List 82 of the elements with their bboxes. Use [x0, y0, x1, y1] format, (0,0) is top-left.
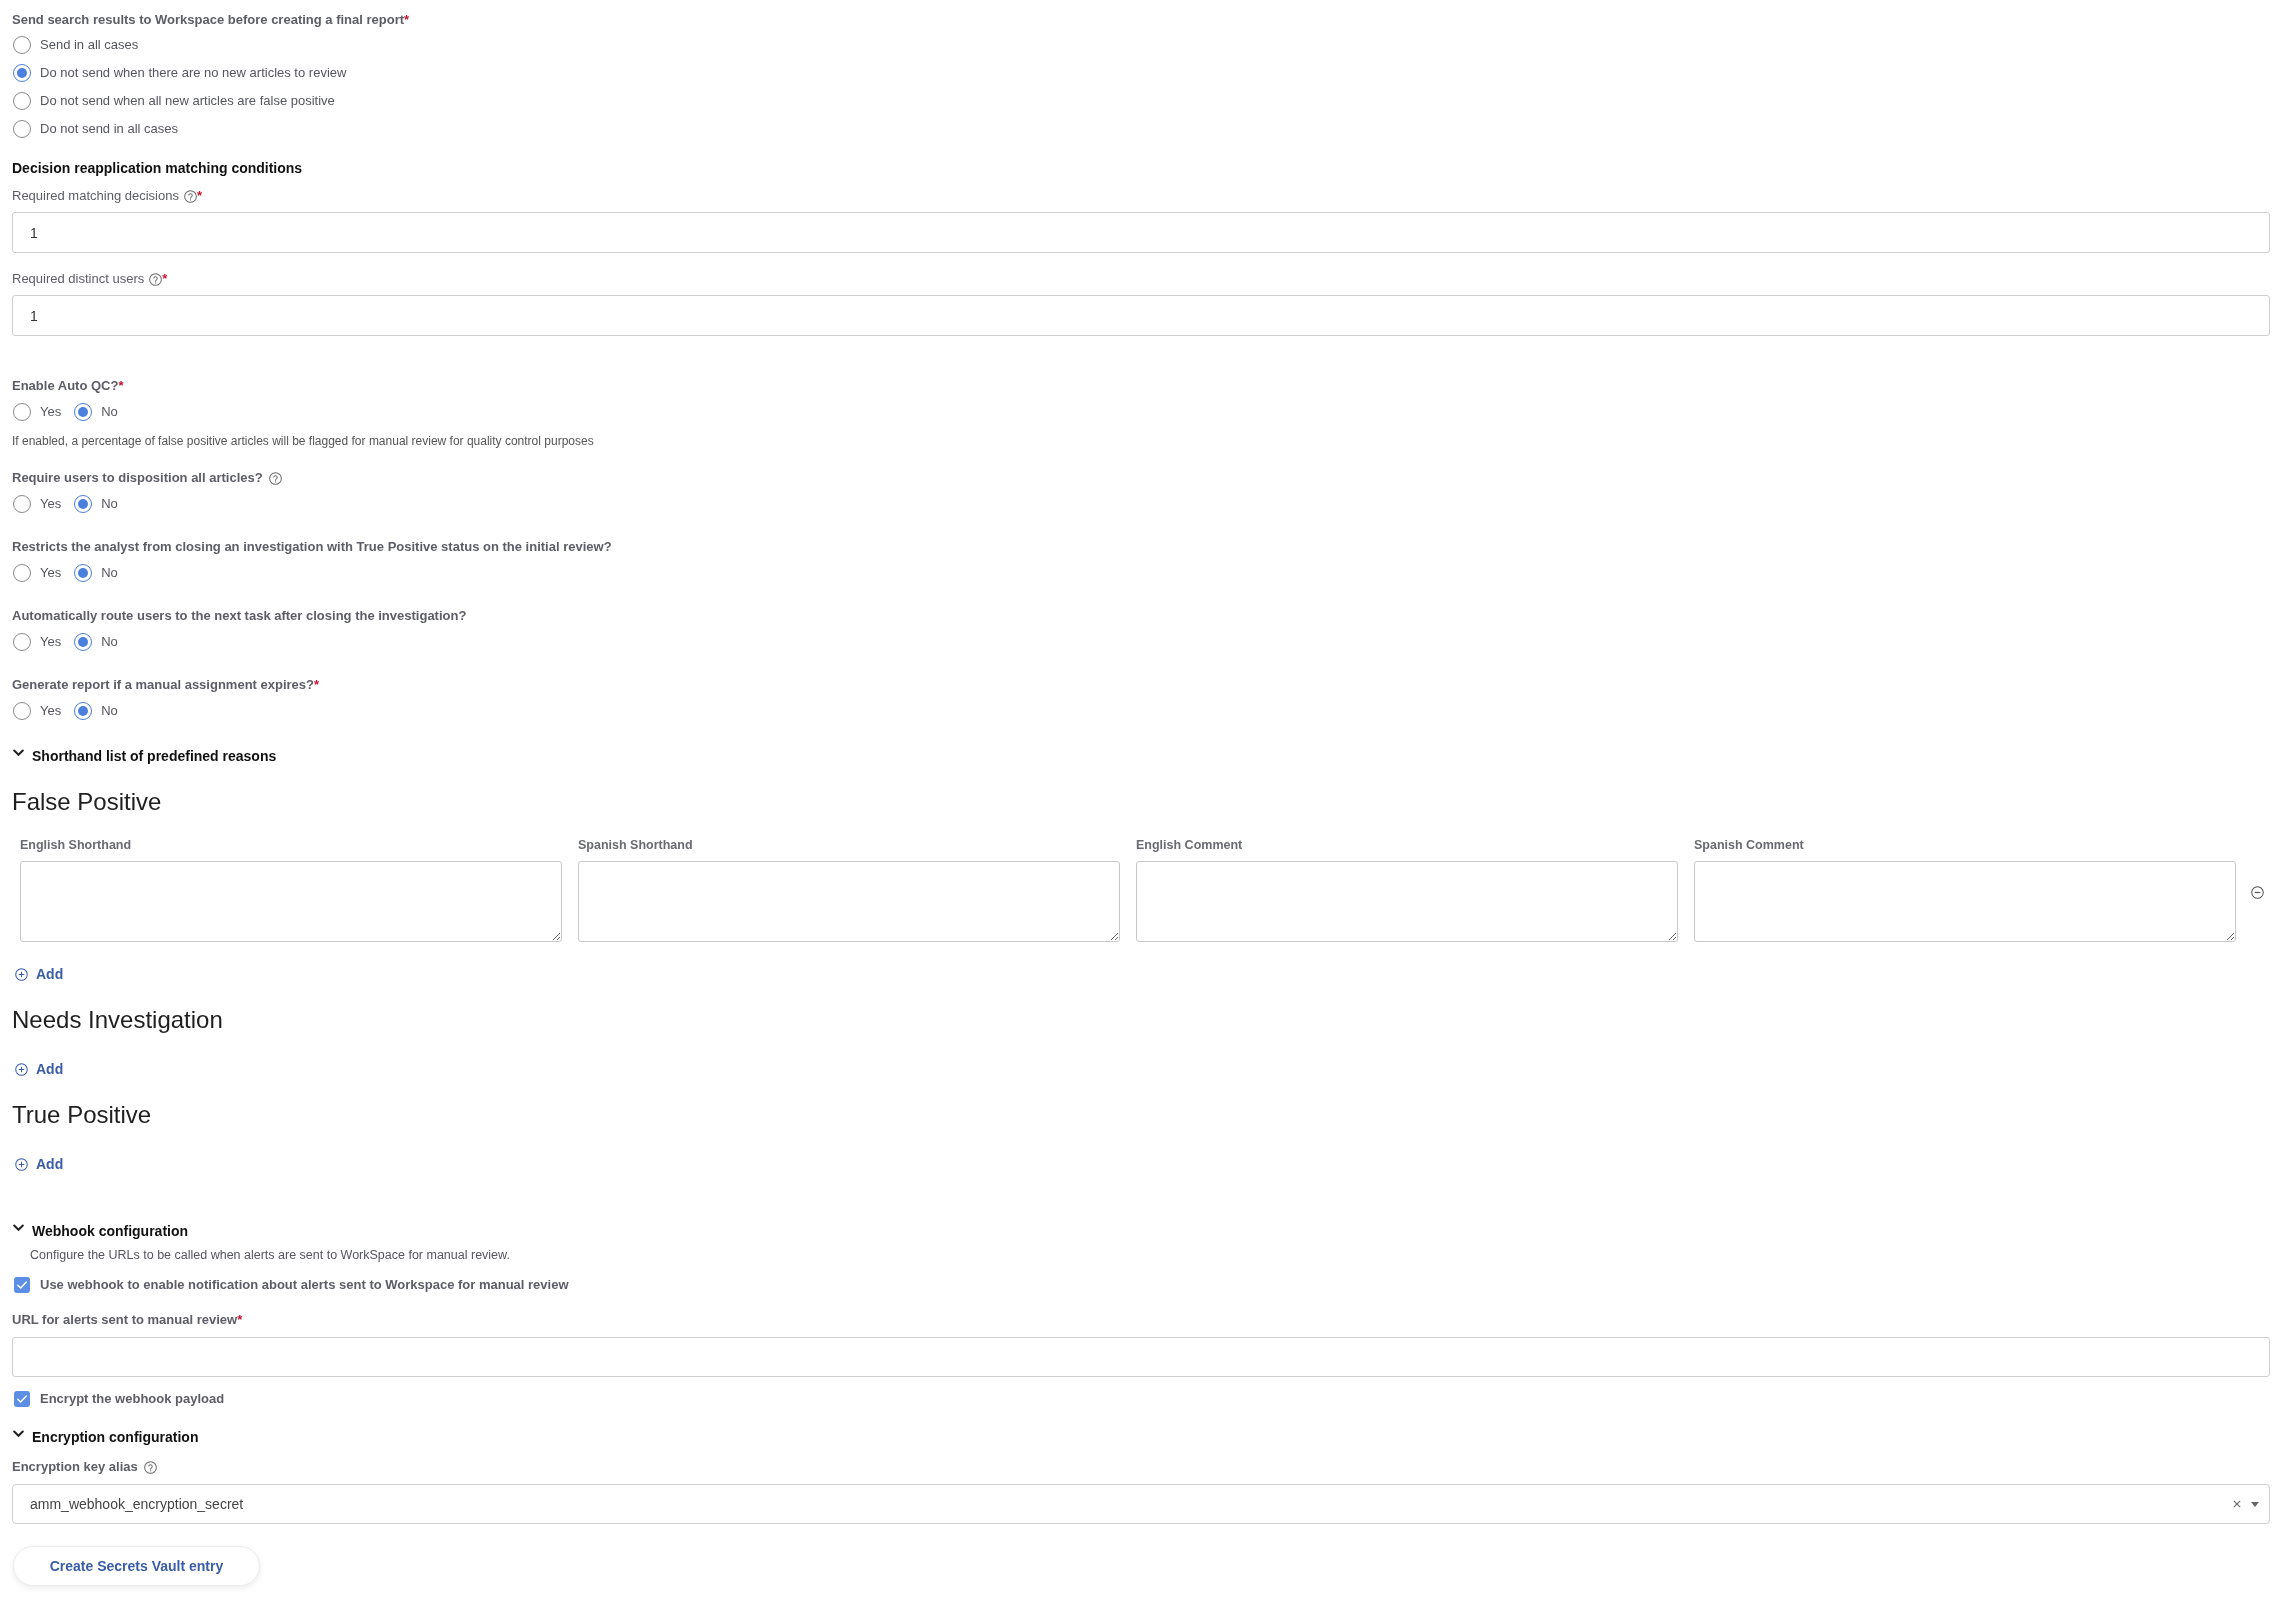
radio-label: Do not send when there are no new articles to review [40, 65, 347, 81]
radio-button[interactable] [13, 92, 31, 110]
help-icon[interactable] [149, 272, 163, 286]
add-link[interactable]: Add [36, 964, 64, 984]
radio-label: No [101, 404, 118, 420]
add-link[interactable]: Add [36, 1059, 64, 1079]
group-title: False Positive [12, 787, 162, 817]
field-label: Encryption key alias [12, 1459, 138, 1475]
select-field[interactable]: amm_webhook_encryption_secret [12, 1484, 2270, 1524]
minus-circle-icon[interactable] [2250, 886, 2264, 899]
radio-label: Yes [40, 565, 62, 581]
plus-circle-icon[interactable] [15, 1062, 28, 1076]
radio-button[interactable] [74, 702, 93, 720]
radio-label: Yes [40, 404, 62, 420]
question-label: Generate report if a manual assignment expires? [12, 677, 314, 693]
add-link[interactable]: Add [36, 1154, 64, 1174]
radio-button[interactable] [13, 495, 31, 513]
required-mark: * [196, 188, 202, 204]
group-title: Needs Investigation [12, 1005, 223, 1035]
radio-button[interactable] [13, 403, 31, 421]
section-title[interactable]: Webhook configuration [32, 1222, 189, 1240]
chevron-down-icon[interactable] [13, 749, 24, 757]
column-label: Spanish Shorthand [578, 837, 693, 853]
checkbox[interactable] [14, 1391, 30, 1407]
group-title: True Positive [12, 1100, 152, 1130]
radio-button[interactable] [74, 403, 93, 421]
radio-label: Send in all cases [40, 37, 139, 53]
question-label: Restricts the analyst from closing an investigation with True Positive status on the initial review? [12, 539, 612, 555]
radio-button[interactable] [74, 564, 93, 582]
question-label: Enable Auto QC? [12, 378, 119, 394]
radio-label: Yes [40, 703, 62, 719]
field-label: Required matching decisions [12, 188, 179, 204]
radio-label: No [101, 634, 118, 650]
chevron-down-icon[interactable] [13, 1430, 24, 1438]
create-vault-entry-button[interactable]: Create Secrets Vault entry [13, 1546, 260, 1586]
required-mark: * [162, 271, 168, 287]
required-mark: * [118, 378, 124, 394]
radio-label: No [101, 565, 118, 581]
section-title[interactable]: Encryption configuration [32, 1428, 199, 1446]
number-input[interactable]: 1 [12, 295, 2270, 336]
column-label: English Shorthand [20, 837, 132, 853]
chevron-down-icon[interactable] [13, 1224, 24, 1232]
checkbox-label: Use webhook to enable notification about alerts sent to Workspace for manual review [40, 1277, 569, 1293]
question-label: Automatically route users to the next task after closing the investigation? [12, 608, 467, 624]
required-mark: * [237, 1312, 243, 1328]
radio-label: No [101, 703, 118, 719]
radio-label: Yes [40, 496, 62, 512]
radio-button[interactable] [13, 120, 31, 138]
checkbox-label: Encrypt the webhook payload [40, 1391, 225, 1407]
url-input[interactable] [12, 1337, 2270, 1377]
plus-circle-icon[interactable] [15, 1157, 28, 1171]
number-input[interactable]: 1 [12, 212, 2270, 253]
radio-label: Do not send in all cases [40, 121, 179, 137]
help-icon[interactable] [183, 189, 197, 203]
radio-button[interactable] [13, 633, 31, 651]
column-label: English Comment [1136, 837, 1243, 853]
radio-button[interactable] [13, 702, 31, 720]
section-description: Configure the URLs to be called when alerts are sent to WorkSpace for manual review. [30, 1248, 510, 1263]
radio-label: Do not send when all new articles are false positive [40, 93, 335, 109]
radio-button[interactable] [74, 495, 93, 513]
radio-button[interactable] [13, 64, 31, 82]
radio-label: No [101, 496, 118, 512]
field-label: URL for alerts sent to manual review [12, 1312, 238, 1328]
required-mark: * [404, 12, 410, 28]
section-title[interactable]: Shorthand list of predefined reasons [32, 747, 277, 765]
radio-button[interactable] [13, 564, 31, 582]
field-label: Send search results to Workspace before creating a final report [12, 12, 405, 28]
required-mark: * [314, 677, 320, 693]
section-heading: Decision reapplication matching conditions [12, 159, 303, 177]
radio-label: Yes [40, 634, 62, 650]
help-icon[interactable] [268, 471, 282, 485]
help-icon[interactable] [143, 1460, 157, 1474]
radio-button[interactable] [13, 36, 31, 54]
clear-icon[interactable] [2233, 1500, 2241, 1508]
column-label: Spanish Comment [1694, 837, 1804, 853]
plus-circle-icon[interactable] [15, 967, 28, 981]
checkbox[interactable] [14, 1277, 30, 1293]
caret-down-icon[interactable] [2251, 1501, 2259, 1507]
field-label: Required distinct users [12, 271, 145, 287]
question-label: Require users to disposition all articles? [12, 470, 263, 486]
radio-button[interactable] [74, 633, 93, 651]
help-text: If enabled, a percentage of false positive articles will be flagged for manual review for quality control purposes [12, 434, 594, 449]
